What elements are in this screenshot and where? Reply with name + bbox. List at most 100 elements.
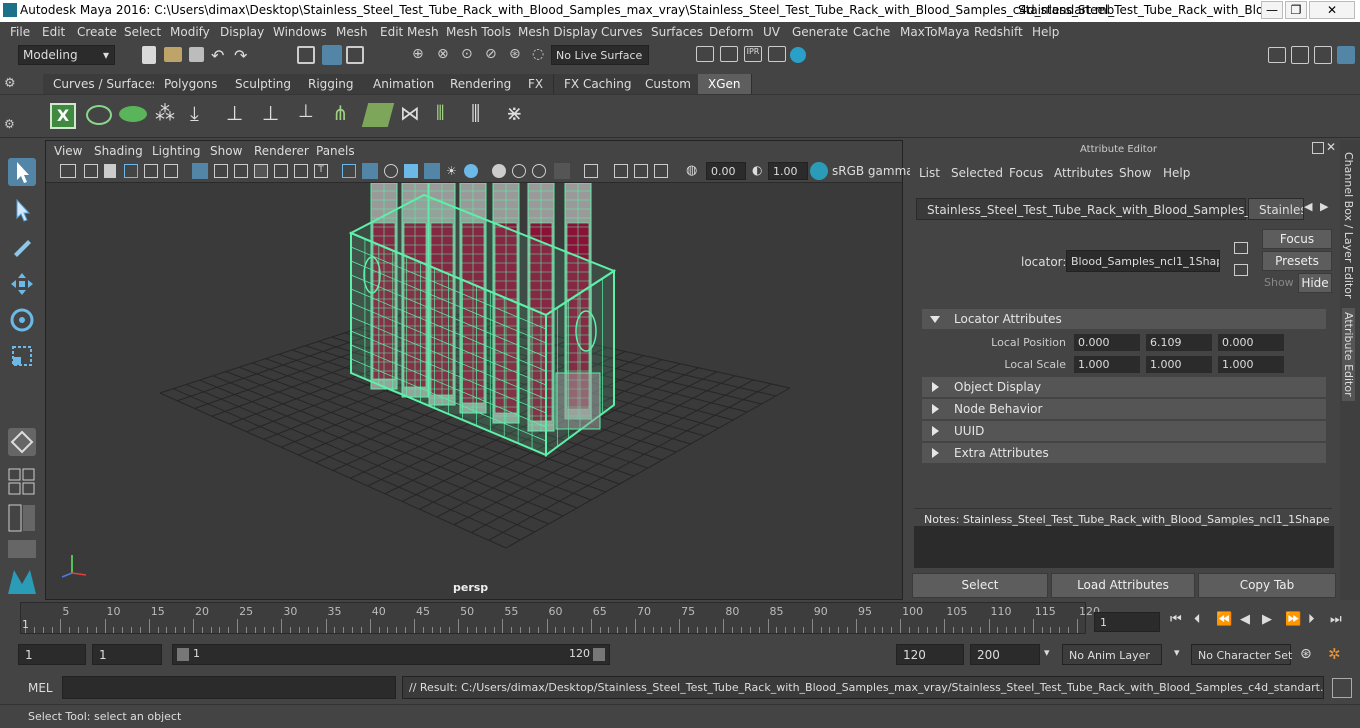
- shelf-settings-gear-icon[interactable]: ⚙: [4, 117, 15, 131]
- exposure-icon[interactable]: ◍: [686, 163, 702, 179]
- tab-curves-surfaces[interactable]: Curves / Surfaces: [43, 74, 170, 94]
- maximize-button[interactable]: ❐: [1285, 1, 1307, 19]
- copy-tab-button[interactable]: Copy Tab: [1198, 573, 1336, 598]
- menu-uv[interactable]: UV: [763, 25, 780, 39]
- range-end-handle[interactable]: [593, 648, 605, 661]
- xgen-place-guides-icon[interactable]: ⤓: [190, 101, 216, 129]
- xgen-region-map-icon[interactable]: [361, 103, 395, 127]
- range-start-handle[interactable]: [177, 648, 189, 661]
- shadows-icon[interactable]: ☀: [446, 164, 460, 178]
- tab-polygons[interactable]: Polygons: [154, 74, 229, 94]
- color-management-icon[interactable]: [810, 162, 828, 180]
- play-forwards-icon[interactable]: ▶: [1262, 612, 1272, 627]
- hide-button[interactable]: Hide: [1298, 273, 1332, 293]
- menu-cache[interactable]: Cache: [853, 25, 890, 39]
- smooth-shade-all-icon[interactable]: [362, 163, 378, 179]
- anim-layer-dropdown[interactable]: No Anim Layer: [1062, 644, 1162, 665]
- xray-components-icon[interactable]: [634, 164, 648, 178]
- character-set-chevron-down-icon[interactable]: ▾: [1174, 646, 1180, 659]
- menu-edit-mesh[interactable]: Edit Mesh: [380, 25, 439, 39]
- close-button[interactable]: ✕: [1309, 1, 1355, 19]
- menu-file[interactable]: File: [10, 25, 30, 39]
- render-view-icon[interactable]: [696, 46, 714, 62]
- ae-tab-transform[interactable]: Stainless_Steel_Test_Tube_Rack_with_Bloo…: [916, 198, 1289, 220]
- select-by-hierarchy-icon[interactable]: [297, 46, 315, 64]
- tab-fx[interactable]: FX: [518, 74, 555, 94]
- snap-to-curve-icon[interactable]: ⊗: [437, 46, 457, 66]
- tab-rendering[interactable]: Rendering: [440, 74, 523, 94]
- camera-attributes-icon[interactable]: [84, 164, 98, 178]
- make-live-icon[interactable]: ◌: [532, 46, 552, 66]
- local-position-y-field[interactable]: 6.109: [1146, 334, 1212, 351]
- section-object-display[interactable]: Object Display: [922, 377, 1326, 397]
- redo-icon[interactable]: ↷: [234, 46, 254, 66]
- backface-culling-icon[interactable]: [654, 164, 668, 178]
- exposure-field[interactable]: 0.00: [706, 162, 746, 180]
- move-tool-icon[interactable]: [8, 270, 36, 298]
- output-connections-icon[interactable]: [1234, 264, 1248, 276]
- menu-mesh-tools[interactable]: Mesh Tools: [446, 25, 511, 39]
- animation-preferences-icon[interactable]: ✲: [1328, 645, 1341, 663]
- menu-select[interactable]: Select: [124, 25, 161, 39]
- menu-edit[interactable]: Edit: [42, 25, 65, 39]
- viewport-menu-shading[interactable]: Shading: [94, 144, 143, 158]
- ae-menu-show[interactable]: Show: [1119, 166, 1151, 180]
- modeling-toolkit-icon[interactable]: [1268, 47, 1286, 63]
- tab-scroll-right-icon[interactable]: ▶: [1320, 200, 1328, 213]
- xgen-add-guide-icon[interactable]: ⊥: [226, 101, 252, 129]
- viewport-menu-renderer[interactable]: Renderer: [254, 144, 309, 158]
- go-to-start-icon[interactable]: ⏮: [1170, 612, 1182, 627]
- character-set-dropdown[interactable]: No Character Set: [1191, 644, 1292, 665]
- ae-menu-list[interactable]: List: [919, 166, 940, 180]
- perspective-viewport[interactable]: persp: [46, 182, 902, 599]
- two-d-pan-zoom-icon[interactable]: [144, 164, 158, 178]
- command-input[interactable]: [62, 676, 396, 699]
- viewport-menu-panels[interactable]: Panels: [316, 144, 355, 158]
- auto-key-icon[interactable]: ⊛: [1300, 646, 1312, 662]
- save-scene-icon[interactable]: [189, 47, 204, 62]
- go-to-end-icon[interactable]: ⏭: [1330, 612, 1342, 627]
- attribute-editor-tab[interactable]: Attribute Editor: [1342, 308, 1355, 401]
- xgen-guides-to-curves-icon[interactable]: ⋔: [332, 101, 358, 129]
- menu-generate[interactable]: Generate: [792, 25, 848, 39]
- grid-toggle-icon[interactable]: [192, 163, 208, 179]
- shelf-options-gear-icon[interactable]: ⚙: [4, 76, 18, 91]
- select-by-object-icon[interactable]: [322, 45, 342, 65]
- anim-layer-chevron-down-icon[interactable]: ▾: [1044, 646, 1050, 659]
- xgen-comb-icon[interactable]: ⫼: [471, 101, 497, 129]
- step-back-frame-icon[interactable]: ⏴: [1194, 612, 1201, 627]
- ae-menu-selected[interactable]: Selected: [951, 166, 1003, 180]
- xgen-primitives-icon[interactable]: ⁂: [155, 101, 181, 129]
- xgen-create-description-icon[interactable]: [119, 106, 147, 122]
- range-slider[interactable]: 1 120: [172, 644, 610, 665]
- step-forward-key-icon[interactable]: ⏩: [1285, 612, 1301, 627]
- ae-menu-focus[interactable]: Focus: [1009, 166, 1043, 180]
- tab-custom[interactable]: Custom: [635, 74, 702, 94]
- snap-to-grid-icon[interactable]: ⊕: [412, 46, 432, 66]
- field-chart-icon[interactable]: [274, 164, 288, 178]
- select-by-component-icon[interactable]: [346, 46, 364, 64]
- minimize-button[interactable]: —: [1261, 1, 1283, 19]
- mode-selector[interactable]: Modeling ▾: [18, 45, 115, 65]
- animation-end-field[interactable]: 200: [970, 644, 1040, 665]
- channel-box-tab[interactable]: Channel Box / Layer Editor: [1342, 152, 1355, 299]
- xgen-sculpt-guides-icon[interactable]: ⋈: [400, 101, 426, 129]
- step-back-key-icon[interactable]: ⏪: [1216, 612, 1232, 627]
- new-scene-icon[interactable]: [142, 46, 156, 64]
- use-all-lights-icon[interactable]: [424, 163, 440, 179]
- menu-mesh[interactable]: Mesh: [336, 25, 368, 39]
- menu-redshift[interactable]: Redshift: [974, 25, 1023, 39]
- ipr-render-icon[interactable]: IPR: [744, 46, 762, 62]
- tab-scroll-left-icon[interactable]: ◀: [1304, 200, 1312, 213]
- safe-action-icon[interactable]: [294, 164, 308, 178]
- notes-textarea[interactable]: [914, 526, 1334, 568]
- command-language-label[interactable]: MEL: [28, 681, 53, 695]
- playback-start-field[interactable]: 1: [92, 644, 162, 665]
- current-frame-field[interactable]: 1: [1094, 612, 1160, 632]
- rotate-tool-icon[interactable]: [8, 306, 36, 334]
- xgen-editor-icon[interactable]: X: [50, 103, 76, 129]
- motion-blur-icon[interactable]: [492, 164, 506, 178]
- select-button[interactable]: Select: [912, 573, 1048, 598]
- menu-maxtomaya[interactable]: MaxToMaya: [900, 25, 970, 39]
- local-scale-z-field[interactable]: 1.000: [1218, 356, 1284, 373]
